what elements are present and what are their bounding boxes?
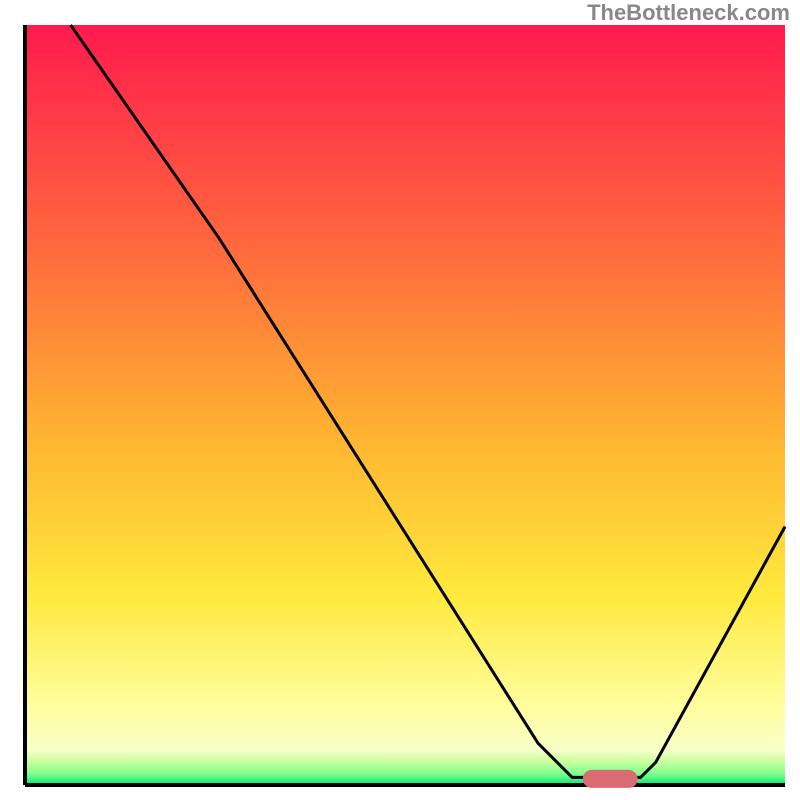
bottleneck-chart: TheBottleneck.com	[0, 0, 800, 800]
optimal-marker	[583, 770, 638, 788]
plot-background	[25, 25, 785, 785]
chart-svg	[0, 0, 800, 800]
watermark-text: TheBottleneck.com	[587, 0, 790, 26]
